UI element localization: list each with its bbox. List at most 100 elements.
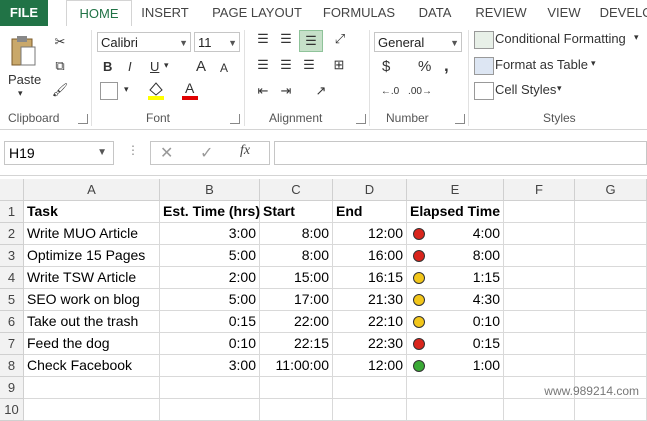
table-cell[interactable]: 2:00 <box>160 267 260 289</box>
font-launcher-icon[interactable] <box>230 114 240 124</box>
table-cell[interactable]: 8:00 <box>260 223 333 245</box>
format-painter-icon[interactable]: 🖌 <box>50 80 70 100</box>
table-cell[interactable] <box>575 399 647 421</box>
table-cell[interactable] <box>24 377 160 399</box>
increase-decimal-icon[interactable]: ←.0 <box>378 82 402 100</box>
column-header-e[interactable]: E <box>407 179 504 201</box>
table-cell[interactable] <box>504 245 575 267</box>
table-cell[interactable] <box>504 223 575 245</box>
table-cell[interactable] <box>160 399 260 421</box>
clipboard-launcher-icon[interactable] <box>78 114 88 124</box>
row-header[interactable]: 9 <box>0 377 24 399</box>
comma-button[interactable]: , <box>444 56 449 76</box>
table-cell[interactable]: 8:00 <box>260 245 333 267</box>
table-cell[interactable] <box>575 289 647 311</box>
name-box-dropdown-icon[interactable]: ▼ <box>97 142 107 164</box>
table-cell[interactable] <box>260 399 333 421</box>
italic-button[interactable]: I <box>128 59 132 74</box>
table-cell[interactable] <box>333 377 407 399</box>
select-all-corner[interactable] <box>0 179 24 201</box>
table-cell[interactable] <box>504 399 575 421</box>
table-cell[interactable] <box>260 377 333 399</box>
table-cell[interactable]: 12:00 <box>333 355 407 377</box>
table-cell[interactable] <box>333 399 407 421</box>
copy-icon[interactable]: ⧉ <box>50 56 70 76</box>
table-cell[interactable] <box>504 311 575 333</box>
table-cell[interactable]: Optimize 15 Pages <box>24 245 160 267</box>
grow-font-button[interactable]: A <box>196 58 206 75</box>
conditional-formatting-button[interactable]: Conditional Formatting <box>495 31 626 46</box>
table-cell[interactable] <box>504 289 575 311</box>
number-launcher-icon[interactable] <box>455 114 465 124</box>
align-bottom-icon[interactable]: ☰ <box>299 30 323 52</box>
table-cell[interactable]: Write TSW Article <box>24 267 160 289</box>
column-header-a[interactable]: A <box>24 179 160 201</box>
table-cell[interactable]: 11:00:00 <box>260 355 333 377</box>
tab-formulas[interactable]: FORMULAS <box>318 0 400 26</box>
align-top-icon[interactable]: ☰ <box>253 30 273 48</box>
table-cell[interactable]: 15:00 <box>260 267 333 289</box>
cell-styles-dropdown-icon[interactable]: ▾ <box>557 83 562 94</box>
row-header[interactable]: 6 <box>0 311 24 333</box>
tab-insert[interactable]: INSERT <box>136 0 194 26</box>
header-cell[interactable]: End <box>333 201 407 223</box>
table-cell[interactable]: 0:15 <box>160 311 260 333</box>
row-header[interactable]: 1 <box>0 201 24 223</box>
header-cell[interactable]: Est. Time (hrs) <box>160 201 260 223</box>
table-cell[interactable] <box>575 245 647 267</box>
tab-file[interactable]: FILE <box>0 0 48 26</box>
decrease-indent-icon[interactable]: ⇤ <box>253 82 273 100</box>
table-cell[interactable]: 22:00 <box>260 311 333 333</box>
table-cell[interactable] <box>24 399 160 421</box>
tab-home[interactable]: HOME <box>66 0 132 28</box>
format-as-table-icon[interactable] <box>474 57 494 75</box>
table-cell[interactable]: Feed the dog <box>24 333 160 355</box>
table-cell[interactable]: 3:00 <box>160 223 260 245</box>
row-header[interactable]: 2 <box>0 223 24 245</box>
row-header[interactable]: 10 <box>0 399 24 421</box>
header-cell[interactable]: Task <box>24 201 160 223</box>
paste-dropdown-icon[interactable]: ▾ <box>18 88 23 99</box>
table-cell[interactable]: 21:30 <box>333 289 407 311</box>
cut-icon[interactable]: ✂ <box>50 32 70 52</box>
format-as-table-button[interactable]: Format as Table <box>495 57 588 72</box>
underline-button[interactable]: U <box>150 59 159 74</box>
tab-developer[interactable]: DEVELO <box>596 0 647 26</box>
align-middle-icon[interactable]: ☰ <box>276 30 296 48</box>
row-header[interactable]: 7 <box>0 333 24 355</box>
borders-dropdown-icon[interactable]: ▾ <box>124 84 129 95</box>
font-size-select[interactable]: 11 ▼ <box>194 32 240 52</box>
table-cell[interactable]: Write MUO Article <box>24 223 160 245</box>
row-header[interactable]: 4 <box>0 267 24 289</box>
bold-button[interactable]: B <box>103 59 112 74</box>
table-cell[interactable]: 22:10 <box>333 311 407 333</box>
table-cell[interactable]: 5:00 <box>160 245 260 267</box>
table-cell[interactable]: 17:00 <box>260 289 333 311</box>
table-cell[interactable]: Take out the trash <box>24 311 160 333</box>
underline-dropdown-icon[interactable]: ▾ <box>164 60 169 71</box>
header-cell[interactable]: Elapsed Time <box>407 201 504 223</box>
cancel-icon[interactable]: ✕ <box>160 143 173 163</box>
table-cell[interactable]: 16:00 <box>333 245 407 267</box>
table-cell[interactable]: SEO work on blog <box>24 289 160 311</box>
name-box[interactable]: H19 ▼ <box>4 141 114 165</box>
table-cell[interactable] <box>504 355 575 377</box>
borders-icon[interactable] <box>100 82 118 100</box>
row-header[interactable]: 3 <box>0 245 24 267</box>
table-cell[interactable] <box>575 223 647 245</box>
table-cell[interactable]: 22:15 <box>260 333 333 355</box>
formula-input[interactable] <box>274 141 647 165</box>
insert-function-icon[interactable]: fx <box>240 143 250 159</box>
table-cell[interactable]: 16:15 <box>333 267 407 289</box>
percent-button[interactable]: % <box>418 58 431 75</box>
table-cell[interactable]: Check Facebook <box>24 355 160 377</box>
orientation-icon[interactable]: ⤢ <box>330 30 350 48</box>
conditional-formatting-dropdown-icon[interactable]: ▾ <box>634 32 639 43</box>
shrink-font-button[interactable]: A <box>220 61 228 75</box>
increase-indent-icon[interactable]: ⇥ <box>276 82 296 100</box>
fill-color-icon[interactable] <box>146 80 166 100</box>
row-header[interactable]: 8 <box>0 355 24 377</box>
format-as-table-dropdown-icon[interactable]: ▾ <box>591 58 596 69</box>
decrease-decimal-icon[interactable]: .00→ <box>408 82 432 100</box>
table-cell[interactable] <box>160 377 260 399</box>
